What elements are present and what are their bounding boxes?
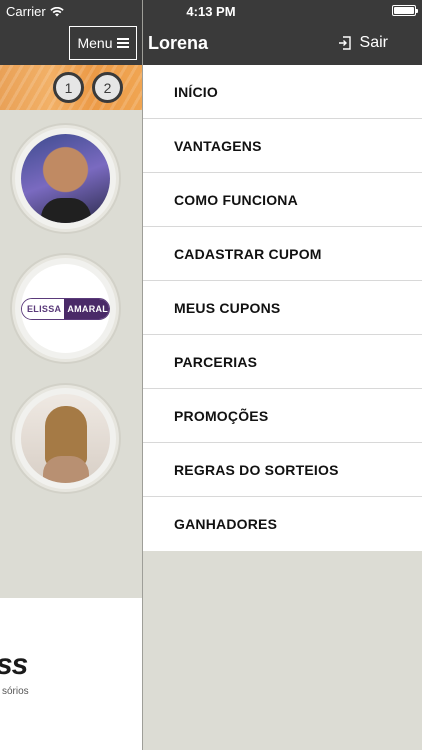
- nav-item-regras-sorteios[interactable]: REGRAS DO SORTEIOS: [143, 443, 422, 497]
- partner-logo-elissa[interactable]: ELISSA AMARAL: [12, 255, 119, 362]
- partner-avatar[interactable]: [12, 385, 119, 492]
- hamburger-icon: [116, 38, 129, 48]
- nav-item-meus-cupons[interactable]: MEUS CUPONS: [143, 281, 422, 335]
- partner-logo-card[interactable]: ss sórios: [0, 598, 142, 750]
- partner-avatar[interactable]: [12, 125, 119, 232]
- battery-icon: [392, 5, 418, 16]
- partner-photo: [21, 394, 110, 483]
- user-name: Lorena: [148, 33, 209, 53]
- navigation-drawer: INÍCIO VANTAGENS COMO FUNCIONA CADASTRAR…: [143, 65, 422, 750]
- battery-level: [394, 7, 414, 14]
- nav-menu: INÍCIO VANTAGENS COMO FUNCIONA CADASTRAR…: [143, 65, 422, 551]
- app-header: Menu Lorena Sair: [0, 22, 422, 65]
- status-bar: Carrier 4:13 PM: [0, 0, 422, 22]
- logo-text-left: ELISSA: [22, 298, 65, 319]
- partial-logo-subtext: sórios: [2, 686, 29, 697]
- nav-item-parcerias[interactable]: PARCERIAS: [143, 335, 422, 389]
- logo-text-right: AMARAL: [64, 298, 109, 319]
- menu-button[interactable]: Menu: [69, 26, 137, 60]
- page-button-2[interactable]: 2: [92, 72, 123, 103]
- menu-label: Menu: [77, 35, 113, 51]
- page-button-1[interactable]: 1: [53, 72, 84, 103]
- nav-item-vantagens[interactable]: VANTAGENS: [143, 119, 422, 173]
- partial-logo-text: ss: [0, 648, 28, 681]
- nav-item-ganhadores[interactable]: GANHADORES: [143, 497, 422, 551]
- background-content: 1 2 ELISSA AMARAL ss sórios: [0, 65, 142, 750]
- logout-label: Sair: [359, 34, 388, 51]
- nav-item-como-funciona[interactable]: COMO FUNCIONA: [143, 173, 422, 227]
- nav-item-cadastrar-cupom[interactable]: CADASTRAR CUPOM: [143, 227, 422, 281]
- logout-button[interactable]: Sair: [338, 34, 388, 52]
- nav-item-promocoes[interactable]: PROMOÇÕES: [143, 389, 422, 443]
- partner-photo: [21, 134, 110, 223]
- status-time: 4:13 PM: [186, 4, 236, 19]
- logout-icon: [338, 36, 351, 50]
- elissa-amaral-logo: ELISSA AMARAL: [21, 264, 110, 353]
- nav-item-inicio[interactable]: INÍCIO: [143, 65, 422, 119]
